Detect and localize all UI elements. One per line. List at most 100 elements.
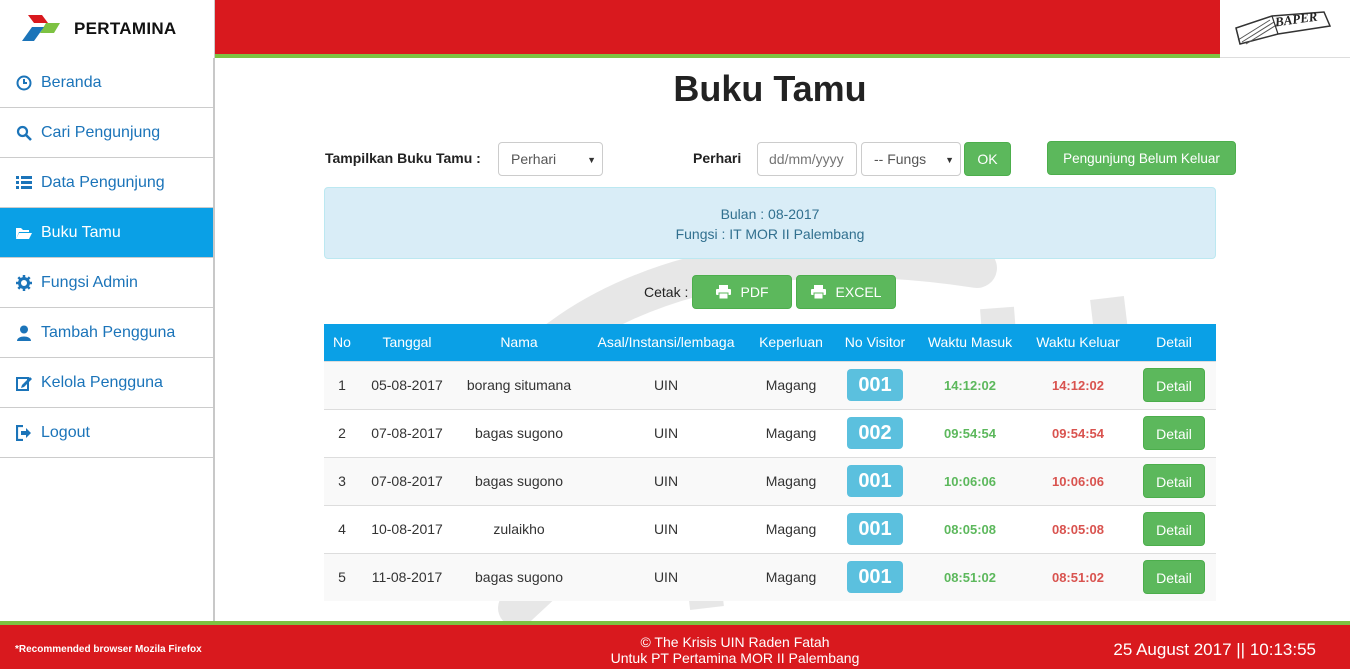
excel-button[interactable]: EXCEL <box>796 275 896 309</box>
cell-detail: Detail <box>1132 456 1216 505</box>
col-header-asal[interactable]: Asal/Instansi/lembaga <box>584 324 748 361</box>
cell-no: 2 <box>324 408 360 457</box>
cell-asal: UIN <box>584 504 748 553</box>
sidebar-item-label: Kelola Pengguna <box>41 373 163 391</box>
footer-credits: © The Krisis UIN Raden Fatah Untuk PT Pe… <box>560 634 910 666</box>
cell-masuk: 09:54:54 <box>916 408 1024 457</box>
main-content: Buku Tamu Tampilkan Buku Tamu : Perhari … <box>217 58 1350 621</box>
cell-visitor: 001 <box>834 360 916 409</box>
sidebar-item-label: Tambah Pengguna <box>41 323 176 341</box>
ok-button[interactable]: OK <box>964 142 1011 176</box>
folder-open-icon <box>15 224 33 242</box>
cell-keluar: 10:06:06 <box>1024 456 1132 505</box>
sidebar-item-beranda[interactable]: Beranda <box>0 58 213 108</box>
cell-masuk: 10:06:06 <box>916 456 1024 505</box>
cell-visitor: 001 <box>834 456 916 505</box>
detail-button[interactable]: Detail <box>1143 416 1205 450</box>
detail-button[interactable]: Detail <box>1143 512 1205 546</box>
cell-no: 1 <box>324 360 360 409</box>
sidebar-item-buku-tamu[interactable]: Buku Tamu <box>0 208 213 258</box>
detail-button[interactable]: Detail <box>1143 464 1205 498</box>
col-header-waktu-masuk[interactable]: Waktu Masuk <box>916 324 1024 361</box>
date-input[interactable] <box>757 142 857 176</box>
sidebar-item-label: Logout <box>41 423 90 441</box>
cell-asal: UIN <box>584 456 748 505</box>
cell-detail: Detail <box>1132 408 1216 457</box>
cell-no: 5 <box>324 552 360 601</box>
col-header-nama[interactable]: Nama <box>454 324 584 361</box>
cell-nama: bagas sugono <box>454 552 584 601</box>
info-bulan: Bulan : 08-2017 <box>720 206 820 222</box>
cell-keperluan: Magang <box>748 456 834 505</box>
cell-keperluan: Magang <box>748 360 834 409</box>
visitor-badge: 001 <box>847 561 903 594</box>
cell-asal: UIN <box>584 408 748 457</box>
detail-button[interactable]: Detail <box>1143 368 1205 402</box>
visitor-badge: 001 <box>847 369 903 401</box>
sidebar-item-kelola-pengguna[interactable]: Kelola Pengguna <box>0 358 213 408</box>
time-out: 08:51:02 <box>1051 570 1105 586</box>
guestbook-table: No Tanggal Nama Asal/Instansi/lembaga Ke… <box>324 324 1216 601</box>
sidebar-item-label: Beranda <box>41 73 102 91</box>
cell-keperluan: Magang <box>748 552 834 601</box>
print-icon <box>810 285 826 299</box>
cell-nama: zulaikho <box>454 504 584 553</box>
col-header-detail[interactable]: Detail <box>1132 324 1216 361</box>
cell-masuk: 08:05:08 <box>916 504 1024 553</box>
col-header-no[interactable]: No <box>324 324 360 361</box>
edit-icon <box>15 374 33 392</box>
sidebar-item-label: Fungsi Admin <box>41 273 138 291</box>
table-row: 4 10-08-2017 zulaikho UIN Magang 001 08:… <box>324 504 1216 553</box>
footer-line-1: © The Krisis UIN Raden Fatah <box>640 634 830 650</box>
table-row: 2 07-08-2017 bagas sugono UIN Magang 002… <box>324 408 1216 457</box>
clock-icon <box>15 74 33 92</box>
cell-no: 4 <box>324 504 360 553</box>
col-header-no-visitor[interactable]: No Visitor <box>834 324 916 361</box>
table-header-row: No Tanggal Nama Asal/Instansi/lembaga Ke… <box>324 324 1216 361</box>
cell-tanggal: 10-08-2017 <box>360 504 454 553</box>
time-out: 08:05:08 <box>1051 522 1105 537</box>
pdf-button[interactable]: PDF <box>692 275 792 309</box>
mode-select[interactable]: Perhari ▼ <box>498 142 603 176</box>
table-row: 3 07-08-2017 bagas sugono UIN Magang 001… <box>324 456 1216 505</box>
cell-nama: bagas sugono <box>454 408 584 457</box>
visitor-badge: 001 <box>847 513 903 545</box>
detail-button[interactable]: Detail <box>1143 560 1205 595</box>
table-row: 1 05-08-2017 borang situmana UIN Magang … <box>324 360 1216 409</box>
filter-label: Tampilkan Buku Tamu : <box>325 150 481 166</box>
cell-keperluan: Magang <box>748 504 834 553</box>
brand-logo[interactable]: PERTAMINA <box>0 0 215 58</box>
sidebar-item-label: Cari Pengunjung <box>41 123 161 141</box>
col-header-waktu-keluar[interactable]: Waktu Keluar <box>1024 324 1132 361</box>
top-banner <box>215 0 1220 58</box>
perhari-label: Perhari <box>693 150 742 166</box>
book-icon: BAPER <box>1235 9 1332 45</box>
footer-line-2: Untuk PT Pertamina MOR II Palembang <box>610 650 860 666</box>
cell-asal: UIN <box>584 552 748 601</box>
cell-masuk: 14:12:02 <box>916 360 1024 409</box>
fungsi-select[interactable]: -- Fungs ▼ <box>861 142 961 176</box>
cell-detail: Detail <box>1132 552 1216 601</box>
cell-tanggal: 05-08-2017 <box>360 360 454 409</box>
cell-detail: Detail <box>1132 360 1216 409</box>
cell-tanggal: 07-08-2017 <box>360 408 454 457</box>
sidebar: Beranda Cari Pengunjung Data Pengunjung … <box>0 58 215 621</box>
col-header-keperluan[interactable]: Keperluan <box>748 324 834 361</box>
baper-text: BAPER <box>1273 9 1319 30</box>
sidebar-item-logout[interactable]: Logout <box>0 408 213 458</box>
footer: *Recommended browser Mozila Firefox © Th… <box>0 621 1350 669</box>
brand-name: PERTAMINA <box>74 19 177 38</box>
sidebar-item-fungsi-admin[interactable]: Fungsi Admin <box>0 258 213 308</box>
col-header-tanggal[interactable]: Tanggal <box>360 324 454 361</box>
visitor-badge: 002 <box>847 417 903 449</box>
visitor-badge: 001 <box>847 465 903 497</box>
sidebar-item-tambah-pengguna[interactable]: Tambah Pengguna <box>0 308 213 358</box>
time-out: 09:54:54 <box>1051 426 1105 441</box>
time-in: 09:54:54 <box>943 426 997 441</box>
logout-icon <box>15 424 33 442</box>
search-icon <box>15 124 33 142</box>
belum-keluar-button[interactable]: Pengunjung Belum Keluar <box>1047 141 1236 175</box>
sidebar-item-data-pengunjung[interactable]: Data Pengunjung <box>0 158 213 208</box>
sidebar-item-cari-pengunjung[interactable]: Cari Pengunjung <box>0 108 213 158</box>
time-in: 14:12:02 <box>943 378 997 393</box>
